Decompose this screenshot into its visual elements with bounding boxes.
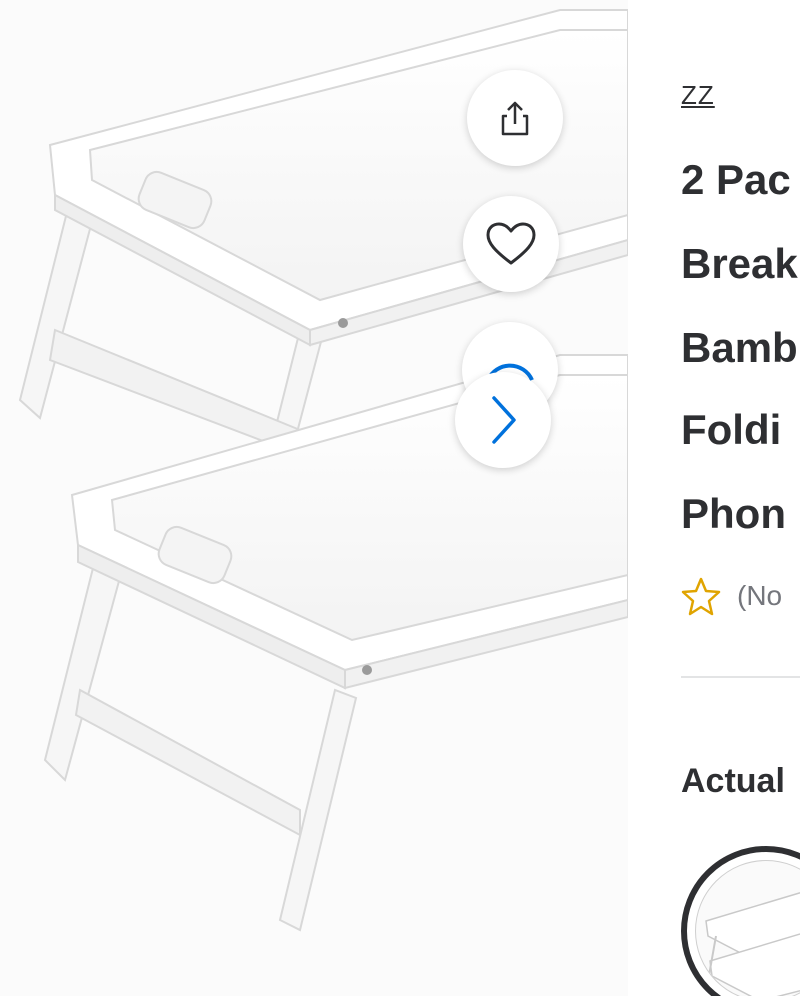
rating-text: (No — [737, 580, 783, 611]
rating-summary[interactable]: (No — [681, 576, 782, 616]
divider — [681, 676, 800, 678]
variant-swatch-image — [695, 860, 800, 996]
share-icon — [501, 101, 529, 136]
share-button[interactable] — [467, 70, 563, 166]
product-title-line: Bamb — [681, 324, 798, 371]
product-image-gallery[interactable] — [0, 0, 628, 996]
product-title-line: Phon — [681, 490, 786, 537]
product-title-line: Break — [681, 240, 798, 287]
product-info-panel: ZZ 2 Pac Break Bamb Foldi Phon (No Actua… — [628, 0, 800, 996]
chevron-right-icon — [492, 396, 516, 444]
next-image-button[interactable] — [455, 372, 551, 468]
heart-icon — [486, 222, 536, 265]
brand-link[interactable]: ZZ — [681, 80, 715, 111]
variant-section-label: Actual — [681, 762, 785, 800]
star-outline-icon — [681, 577, 721, 616]
favorite-button[interactable] — [463, 196, 559, 292]
variant-swatch-selected[interactable] — [681, 846, 800, 996]
product-title-line: 2 Pac — [681, 156, 791, 203]
product-title-line: Foldi — [681, 406, 782, 453]
